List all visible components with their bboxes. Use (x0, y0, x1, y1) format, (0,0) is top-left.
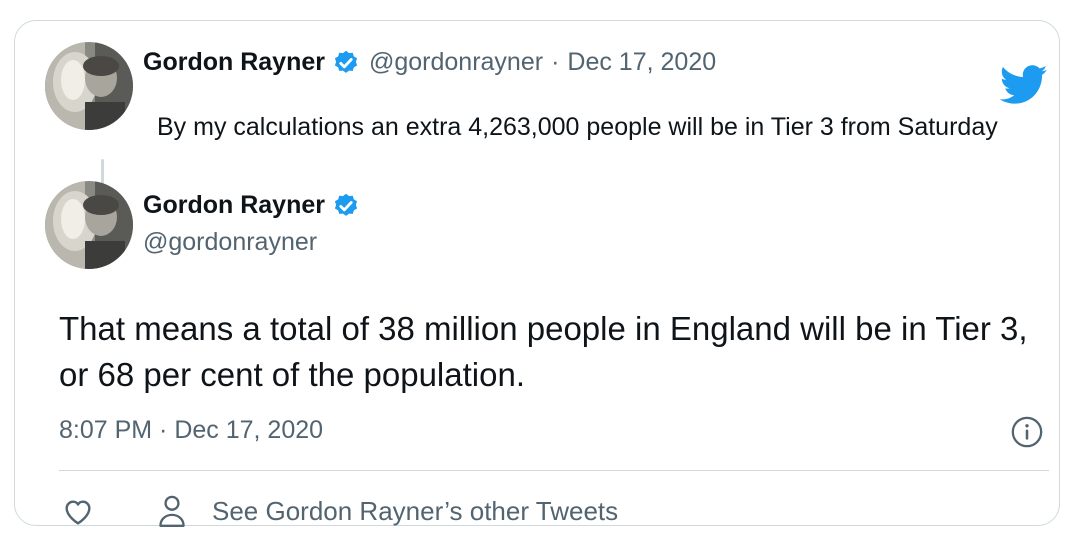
main-author-row: Gordon Rayner (143, 191, 360, 220)
author-name[interactable]: Gordon Rayner (143, 191, 325, 220)
avatar[interactable] (45, 42, 133, 130)
reply-author-row: Gordon Rayner @gordonrayner · Dec 17, 20… (143, 48, 716, 77)
reply-tweet-text: By my calculations an extra 4,263,000 pe… (157, 113, 998, 141)
tweet-embed-card: Gordon Rayner @gordonrayner · Dec 17, 20… (14, 20, 1060, 529)
author-handle[interactable]: @gordonrayner (143, 228, 317, 257)
tweet-timestamp[interactable]: 8:07 PM · Dec 17, 2020 (59, 416, 323, 445)
author-handle[interactable]: @gordonrayner (369, 48, 543, 77)
see-other-tweets-link[interactable]: See Gordon Rayner’s other Tweets (212, 496, 618, 527)
twitter-bird-icon[interactable] (1000, 65, 1048, 105)
avatar[interactable] (45, 181, 133, 269)
separator-dot: · (551, 48, 560, 76)
info-icon[interactable] (1010, 415, 1044, 449)
verified-badge-icon (334, 193, 358, 216)
person-icon[interactable] (156, 493, 188, 529)
heart-icon[interactable] (62, 496, 94, 528)
author-name[interactable]: Gordon Rayner (143, 48, 325, 77)
divider (59, 470, 1049, 471)
verified-badge-icon (334, 50, 358, 73)
tweet-date[interactable]: Dec 17, 2020 (567, 48, 716, 77)
main-tweet-text: That means a total of 38 million people … (59, 310, 1028, 393)
